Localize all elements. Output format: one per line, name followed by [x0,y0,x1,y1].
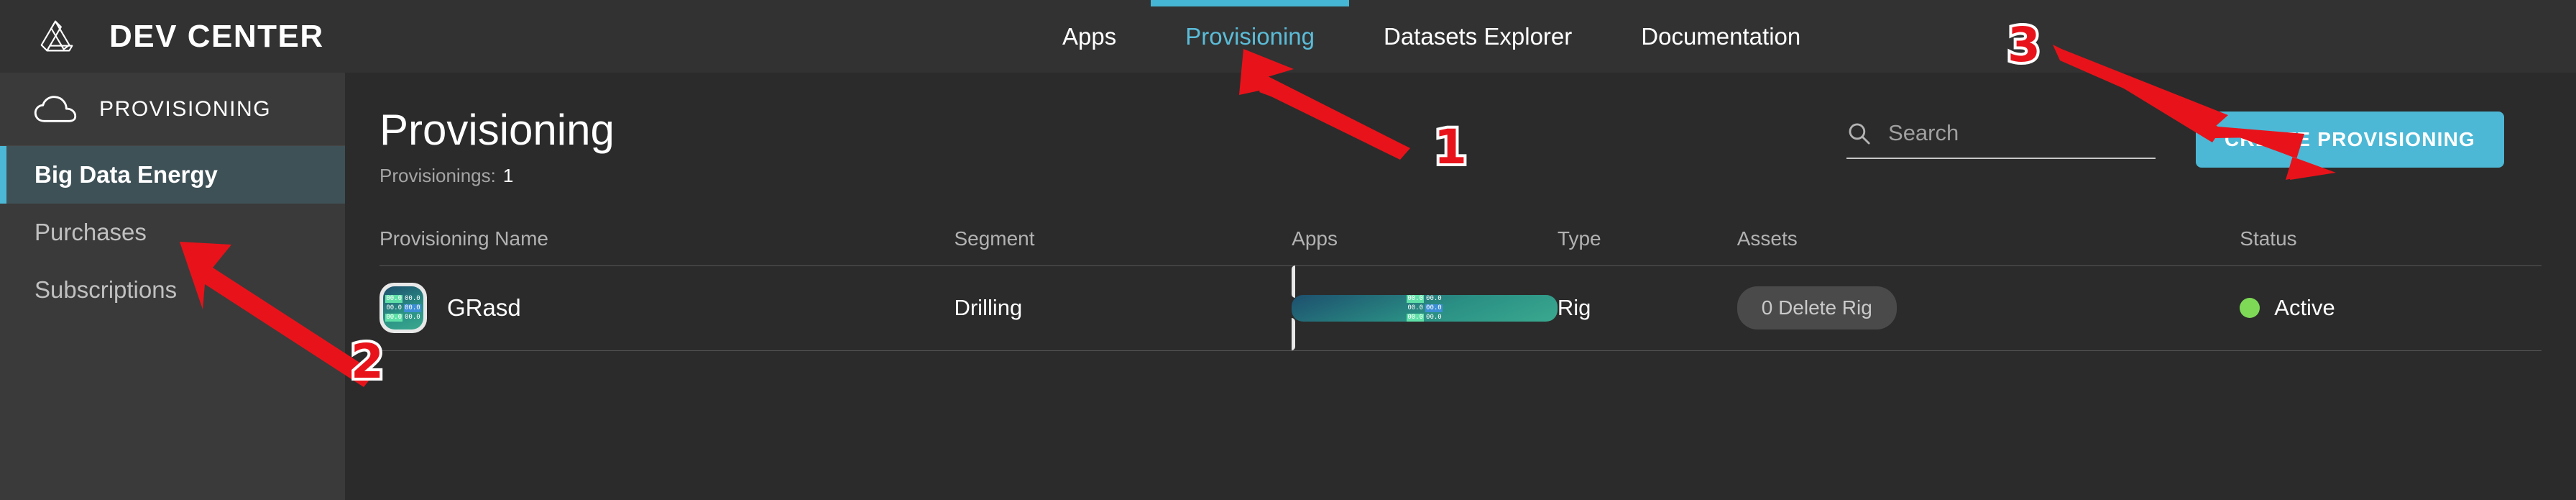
page-header: Provisioning Provisionings:1 CREATE PROV… [345,73,2576,187]
nav-item-label: Datasets Explorer [1383,22,1573,50]
cell-type: Rig [1557,295,1591,321]
nav-item-datasets-explorer[interactable]: Datasets Explorer [1349,0,1606,73]
top-bar: DEV CENTER Apps Provisioning Datasets Ex… [0,0,2576,73]
column-header-apps: Apps [1292,227,1338,250]
app-root: DEV CENTER Apps Provisioning Datasets Ex… [0,0,2576,500]
main-nav: Apps Provisioning Datasets Explorer Docu… [1028,0,1835,73]
assets-chip[interactable]: 0 Delete Rig [1736,286,1897,330]
provisionings-table: Provisioning Name Segment Apps Type Asse… [345,213,2576,351]
nav-item-documentation[interactable]: Documentation [1606,0,1835,73]
nav-item-provisioning[interactable]: Provisioning [1151,0,1349,73]
column-header-provisioning-name: Provisioning Name [380,227,548,250]
sidebar-item-subscriptions[interactable]: Subscriptions [0,261,345,319]
sidebar-item-big-data-energy[interactable]: Big Data Energy [0,146,345,204]
provisioning-name-text: GRasd [447,294,521,322]
search-input[interactable] [1888,120,2156,146]
sidebar-item-label: Subscriptions [34,276,178,303]
column-header-type: Type [1557,227,1601,250]
sidebar: PROVISIONING Big Data Energy Purchases S… [0,73,345,500]
cell-status: Active [2240,295,2542,321]
provisionings-count-label: Provisionings: [380,164,496,186]
cloud-icon [33,94,78,125]
cell-apps: 00.0 00.0 00.0 00.0 00.0 00.0 [1292,265,1558,350]
status-badge: Active [2274,295,2335,321]
cell-provisioning-name: 00.0 00.0 00.0 00.0 00.0 00.0 GRasd [380,283,954,334]
column-header-assets: Assets [1736,227,1798,250]
sidebar-header: PROVISIONING [0,73,345,146]
cell-assets: 0 Delete Rig [1736,286,2240,330]
app-tile-icon: 00.0 00.0 00.0 00.0 00.0 00.0 [380,283,427,334]
brand[interactable]: DEV CENTER [34,14,324,59]
app-tile-icon[interactable]: 00.0 00.0 00.0 00.0 00.0 00.0 [1292,265,1558,350]
nav-item-label: Provisioning [1185,22,1315,50]
column-header-segment: Segment [954,227,1035,250]
nav-item-apps[interactable]: Apps [1028,0,1151,73]
provisionings-count-value: 1 [502,164,514,186]
search-icon [1846,121,1871,145]
sidebar-item-label: Purchases [34,219,147,245]
sidebar-item-label: Big Data Energy [34,161,218,188]
brand-title: DEV CENTER [109,18,324,54]
cell-segment: Drilling [954,295,1023,321]
sidebar-header-label: PROVISIONING [99,96,272,121]
column-header-status: Status [2240,227,2297,250]
table-header-row: Provisioning Name Segment Apps Type Asse… [380,213,2542,266]
provisionings-count: Provisionings: 1 [380,165,2576,187]
search-box[interactable] [1846,120,2156,159]
triangle-loop-logo-icon [34,14,79,59]
sidebar-item-purchases[interactable]: Purchases [0,204,345,261]
table-row[interactable]: 00.0 00.0 00.0 00.0 00.0 00.0 GRasd Drillin… [380,265,2542,351]
status-dot-icon [2240,298,2260,319]
nav-item-label: Apps [1062,22,1117,50]
header-actions: CREATE PROVISIONING [1846,112,2504,168]
main-content: Provisioning Provisionings:1 CREATE PROV… [345,73,2576,500]
create-provisioning-button[interactable]: CREATE PROVISIONING [2196,112,2504,168]
nav-item-label: Documentation [1641,22,1801,50]
